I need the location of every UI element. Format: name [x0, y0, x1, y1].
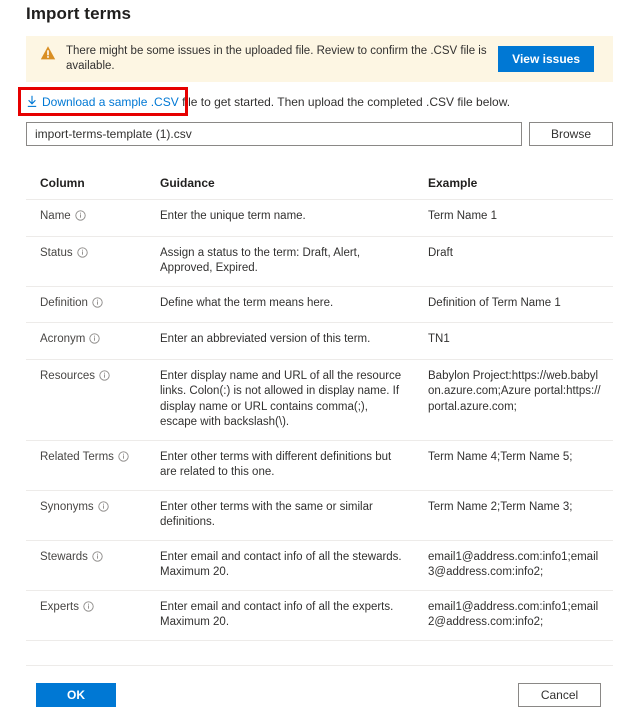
cell-guidance: Enter display name and URL of all the re…: [146, 359, 414, 441]
column-label: Stewards: [40, 550, 88, 563]
column-label: Experts: [40, 600, 79, 613]
cell-guidance: Enter email and contact info of all the …: [146, 590, 414, 641]
cancel-button[interactable]: Cancel: [518, 683, 601, 707]
cell-example[interactable]: Draft: [414, 236, 613, 287]
import-guidance-table: Column Guidance Example Name Enter the un…: [26, 170, 613, 641]
download-sample-csv-link[interactable]: Download a sample .CSV: [26, 95, 179, 109]
table-row: Resources Enter display name and URL of a…: [26, 359, 613, 441]
column-label: Definition: [40, 296, 88, 309]
table-row: Related Terms Enter other terms with diff…: [26, 440, 613, 491]
instruction-rest-text: file to get started. Then upload the com…: [178, 95, 511, 109]
table-row: Name Enter the unique term name. Term Name…: [26, 199, 613, 237]
table-row: Definition Define what the term means her…: [26, 286, 613, 323]
column-label: Related Terms: [40, 450, 114, 463]
cell-guidance: Enter an abbreviated version of this ter…: [146, 322, 414, 360]
cell-guidance: Enter the unique term name.: [146, 199, 414, 237]
info-circle-icon[interactable]: [76, 246, 88, 264]
column-label: Status: [40, 246, 73, 259]
header-example: Example: [414, 170, 613, 200]
cell-column: Acronym: [26, 322, 146, 360]
cell-column: Definition: [26, 286, 146, 323]
cell-guidance: Enter email and contact info of all the …: [146, 540, 414, 591]
browse-button[interactable]: Browse: [529, 122, 613, 146]
cell-guidance: Assign a status to the term: Draft, Aler…: [146, 236, 414, 287]
cell-example[interactable]: email1@address.com:info1;email3@address.…: [414, 540, 613, 591]
cell-guidance: Enter other terms with different definit…: [146, 440, 414, 491]
info-circle-icon[interactable]: [89, 333, 101, 350]
column-label: Resources: [40, 369, 95, 382]
info-circle-icon[interactable]: [83, 600, 94, 618]
ok-button[interactable]: OK: [36, 683, 116, 707]
file-picker-row: Browse: [26, 122, 613, 146]
download-sample-csv-label: Download a sample .CSV: [42, 95, 179, 109]
header-column: Column: [26, 170, 146, 200]
info-circle-icon[interactable]: [99, 369, 110, 387]
cell-column: Resources: [26, 359, 146, 441]
table-header-row: Column Guidance Example: [26, 170, 613, 200]
warning-banner-message: There might be some issues in the upload…: [66, 45, 487, 72]
cell-column: Experts: [26, 590, 146, 641]
header-guidance: Guidance: [146, 170, 414, 200]
cell-example[interactable]: Term Name 1: [414, 199, 613, 237]
view-issues-button[interactable]: View issues: [498, 46, 594, 72]
table-row: Synonyms Enter other terms with the same …: [26, 490, 613, 541]
cell-column: Stewards: [26, 540, 146, 591]
cell-example[interactable]: TN1: [414, 322, 613, 360]
cell-example[interactable]: email1@address.com:info1;email2@address.…: [414, 590, 613, 641]
footer-divider: [26, 665, 613, 666]
table-row: Stewards Enter email and contact info of …: [26, 540, 613, 591]
cell-column: Status: [26, 236, 146, 287]
instruction-line: Download a sample .CSV file to get start…: [26, 95, 510, 111]
info-circle-icon[interactable]: [92, 550, 103, 568]
column-label: Synonyms: [40, 500, 94, 513]
cell-column: Name: [26, 199, 146, 237]
warning-triangle-icon: [40, 45, 56, 61]
page-title: Import terms: [26, 4, 132, 23]
info-circle-icon[interactable]: [98, 500, 109, 518]
cell-column: Related Terms: [26, 440, 146, 491]
cell-example[interactable]: Term Name 2;Term Name 3;: [414, 490, 613, 541]
cell-guidance: Enter other terms with the same or simil…: [146, 490, 414, 541]
column-label: Acronym: [40, 333, 86, 345]
selected-file-input[interactable]: [26, 122, 522, 146]
table-row: Experts Enter email and contact info of a…: [26, 590, 613, 641]
download-icon: [26, 95, 38, 111]
table-row: Acronym Enter an abbreviated version of t…: [26, 322, 613, 360]
warning-banner: There might be some issues in the upload…: [26, 36, 613, 82]
info-circle-icon[interactable]: [75, 210, 86, 227]
cell-example[interactable]: Term Name 4;Term Name 5;: [414, 440, 613, 491]
cell-example[interactable]: Definition of Term Name 1: [414, 286, 613, 323]
cell-example[interactable]: Babylon Project:https://web.babylon.azur…: [414, 359, 613, 441]
info-circle-icon[interactable]: [118, 450, 129, 468]
info-circle-icon[interactable]: [92, 296, 103, 314]
cell-guidance: Define what the term means here.: [146, 286, 414, 323]
table-row: Status Assign a status to the term: Draft…: [26, 236, 613, 287]
column-label: Name: [40, 210, 71, 222]
cell-column: Synonyms: [26, 490, 146, 541]
